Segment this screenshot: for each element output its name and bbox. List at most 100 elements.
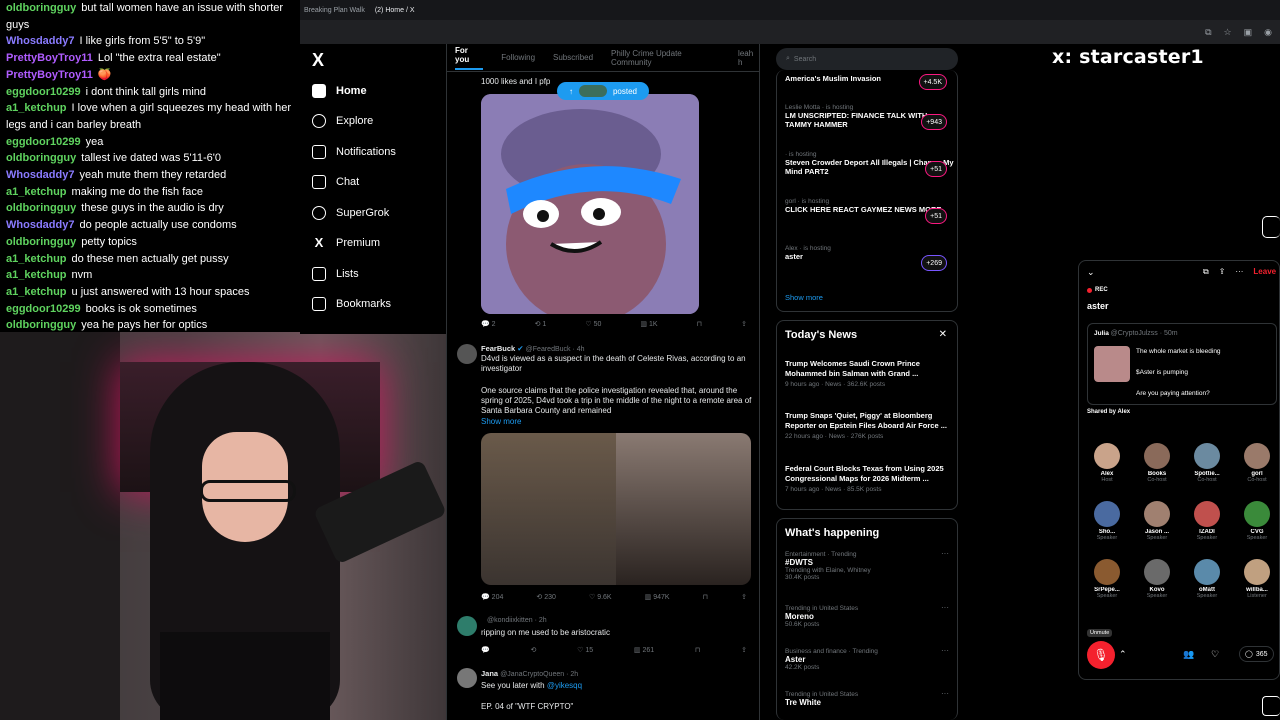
space-item[interactable]: Alex · is hosting aster +269: [785, 245, 955, 271]
participant[interactable]: Books Co-host: [1135, 443, 1179, 483]
chat-username[interactable]: oldboringguy: [6, 319, 76, 331]
people-icon[interactable]: 👥: [1183, 649, 1194, 660]
nav-home[interactable]: Home: [312, 84, 367, 98]
chevron-up-icon[interactable]: ⌃: [1119, 649, 1127, 660]
trend-item[interactable]: Trending in United States Tre White: [785, 691, 953, 707]
chat-username[interactable]: Whosdaddy7: [6, 35, 74, 47]
messages-drawer-icon[interactable]: [1262, 696, 1280, 716]
chat-username[interactable]: a1_ketchup: [6, 102, 67, 114]
chat-username[interactable]: a1_ketchup: [6, 269, 67, 281]
collapse-chevron-icon[interactable]: ⌄: [1087, 267, 1095, 278]
participant[interactable]: CVG Speaker: [1235, 501, 1279, 541]
participant[interactable]: Spottie... Co-host: [1185, 443, 1229, 483]
star-icon[interactable]: ☆: [1224, 27, 1232, 38]
nav-chat[interactable]: Chat: [312, 175, 359, 189]
participant[interactable]: Sho... Speaker: [1085, 501, 1129, 541]
more-icon[interactable]: ···: [941, 549, 949, 558]
like-button[interactable]: ♡ 9.6K: [589, 593, 612, 601]
share-icon[interactable]: ⇪: [741, 646, 747, 654]
participant[interactable]: SrPepe... Speaker: [1085, 559, 1129, 599]
search-input[interactable]: ⌕ Search: [776, 48, 958, 70]
tweet-2-photos[interactable]: [481, 433, 751, 585]
bookmark-icon[interactable]: ⊓: [703, 593, 708, 601]
more-icon[interactable]: ···: [1235, 267, 1243, 277]
x-logo-icon[interactable]: X: [312, 50, 324, 71]
tweet-1-image[interactable]: [481, 94, 699, 314]
mic-muted-button[interactable]: 🎙: [1087, 641, 1115, 669]
reply-button[interactable]: 💬 204: [481, 593, 503, 601]
bookmark-icon[interactable]: ⊓: [695, 646, 700, 654]
bookmark-icon[interactable]: ⊓: [697, 320, 702, 328]
trend-item[interactable]: Trending in United States Moreno 50.6K p…: [785, 605, 953, 628]
like-button[interactable]: ♡ 50: [585, 320, 601, 328]
extension-icon[interactable]: ▣: [1244, 27, 1253, 38]
tweet-4-name[interactable]: Jana: [481, 669, 498, 678]
retweet-button[interactable]: ⟲ 230: [536, 593, 556, 601]
participant[interactable]: Jason ... Speaker: [1135, 501, 1179, 541]
views-button[interactable]: ▥ 1K: [640, 320, 657, 328]
tab-leah[interactable]: leah h: [738, 49, 759, 67]
chat-username[interactable]: PrettyBoyTroy11: [6, 69, 93, 81]
pip-icon[interactable]: ⧉: [1203, 267, 1209, 277]
chat-username[interactable]: a1_ketchup: [6, 186, 67, 198]
share-icon[interactable]: ⇪: [741, 320, 747, 328]
more-icon[interactable]: ···: [941, 603, 949, 612]
chat-username[interactable]: PrettyBoyTroy11: [6, 52, 93, 64]
participant[interactable]: Alex Host: [1085, 443, 1129, 483]
nav-explore[interactable]: Explore: [312, 114, 373, 128]
chat-username[interactable]: a1_ketchup: [6, 253, 67, 265]
retweet-button[interactable]: ⟲ 1: [535, 320, 547, 328]
space-item[interactable]: · is hosting Steven Crowder Deport All I…: [785, 151, 955, 177]
chat-username[interactable]: Whosdaddy7: [6, 169, 74, 181]
views-button[interactable]: ▥ 947K: [645, 593, 670, 601]
more-icon[interactable]: ···: [941, 689, 949, 698]
nav-bookmarks[interactable]: Bookmarks: [312, 297, 391, 311]
browser-tab-2[interactable]: (2) Home / X: [375, 7, 415, 14]
more-icon[interactable]: ···: [941, 646, 949, 655]
tab-for-you[interactable]: For you: [455, 46, 484, 70]
chat-username[interactable]: oldboringguy: [6, 236, 76, 248]
grok-floating-icon[interactable]: [1262, 216, 1280, 238]
reply-button[interactable]: 💬: [481, 646, 490, 654]
chat-username[interactable]: a1_ketchup: [6, 286, 67, 298]
react-icon[interactable]: ♡: [1211, 649, 1219, 660]
retweet-button[interactable]: ⟲: [530, 646, 536, 654]
reply-button[interactable]: 💬 2: [481, 320, 496, 328]
chat-username[interactable]: Whosdaddy7: [6, 219, 74, 231]
news-item[interactable]: Trump Welcomes Saudi Crown Prince Mohamm…: [785, 359, 953, 388]
participant[interactable]: Kovo Speaker: [1135, 559, 1179, 599]
nav-supergrok[interactable]: SuperGrok: [312, 206, 389, 220]
participant[interactable]: oMatt Speaker: [1185, 559, 1229, 599]
participant[interactable]: gorl Co-host: [1235, 443, 1279, 483]
chat-username[interactable]: eggdoor10299: [6, 86, 81, 98]
tab-subscribed[interactable]: Subscribed: [553, 53, 593, 62]
chat-username[interactable]: eggdoor10299: [6, 303, 81, 315]
like-button[interactable]: ♡ 15: [577, 646, 593, 654]
show-more-spaces-link[interactable]: Show more: [785, 293, 823, 302]
nav-lists[interactable]: Lists: [312, 267, 359, 281]
tab-following[interactable]: Following: [501, 53, 535, 62]
news-item[interactable]: Federal Court Blocks Texas from Using 20…: [785, 464, 953, 493]
nav-notifications[interactable]: Notifications: [312, 145, 396, 159]
space-item[interactable]: gorl · is hosting CLICK HERE REACT GAYME…: [785, 198, 955, 224]
news-item[interactable]: Trump Snaps 'Quiet, Piggy' at Bloomberg …: [785, 411, 953, 440]
install-icon[interactable]: ⧉: [1205, 27, 1211, 38]
views-button[interactable]: ▥ 261: [634, 646, 654, 654]
show-more-link[interactable]: Show more: [481, 417, 521, 426]
participant[interactable]: IZADI Speaker: [1185, 501, 1229, 541]
space-item[interactable]: America's Muslim Invasion +4.5K: [785, 74, 955, 90]
tweet-2-name[interactable]: FearBuck: [481, 344, 515, 353]
chat-username[interactable]: oldboringguy: [6, 202, 76, 214]
new-posts-pill[interactable]: ↑ posted: [557, 82, 649, 100]
trend-item[interactable]: Entertainment · Trending #DWTS Trending …: [785, 551, 953, 581]
chat-username[interactable]: oldboringguy: [6, 152, 76, 164]
chat-username[interactable]: oldboringguy: [6, 2, 76, 14]
avatar[interactable]: [457, 616, 477, 636]
share-icon[interactable]: ⇪: [1219, 267, 1226, 277]
tab-philly[interactable]: Philly Crime Update Community: [611, 49, 720, 67]
chat-username[interactable]: eggdoor10299: [6, 136, 81, 148]
trend-item[interactable]: Business and finance · Trending Aster 42…: [785, 648, 953, 671]
share-icon[interactable]: ⇪: [741, 593, 747, 601]
participant[interactable]: willba... Listener: [1235, 559, 1279, 599]
pinned-post[interactable]: Julia @CryptoJulzss · 50m The whole mark…: [1087, 323, 1277, 405]
